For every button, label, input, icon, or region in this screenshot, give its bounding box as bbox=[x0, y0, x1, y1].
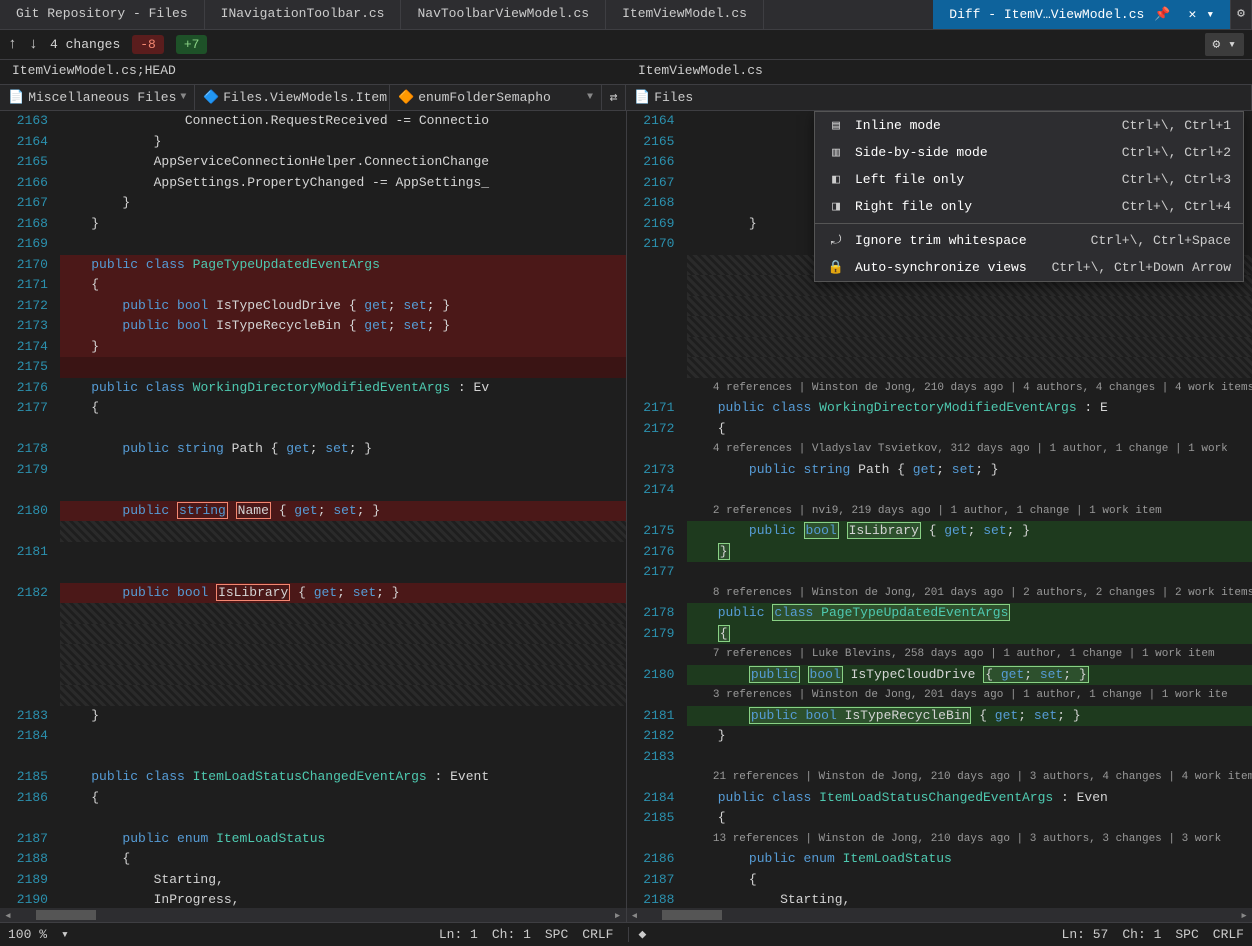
menu-auto-synchronize-views[interactable]: 🔒Auto-synchronize viewsCtrl+\, Ctrl+Down… bbox=[815, 254, 1243, 281]
left-gutter: 2163216421652166216721682169217021712172… bbox=[0, 111, 60, 908]
tab-diff-label: Diff - ItemV…ViewModel.cs bbox=[949, 7, 1144, 22]
right-spc: SPC bbox=[1175, 927, 1198, 942]
nav-dropdowns: 📄Miscellaneous Files▼ 🔷Files.ViewModels.… bbox=[0, 85, 1252, 111]
zoom-chev[interactable]: ▾ bbox=[61, 927, 69, 942]
right-ln: Ln: 57 bbox=[1062, 927, 1109, 942]
left-ln: Ln: 1 bbox=[439, 927, 478, 942]
left-spc: SPC bbox=[545, 927, 568, 942]
dd-split[interactable]: ⇄ bbox=[602, 85, 626, 110]
left-crlf: CRLF bbox=[582, 927, 613, 942]
tab-git-repo[interactable]: Git Repository - Files bbox=[0, 0, 205, 29]
dd-project[interactable]: 📄Miscellaneous Files▼ bbox=[0, 85, 195, 110]
left-file-label: ItemViewModel.cs;HEAD bbox=[0, 60, 626, 84]
pin-icon[interactable]: 📌 bbox=[1154, 7, 1170, 22]
tab-diff[interactable]: Diff - ItemV…ViewModel.cs 📌 ✕ ▾ bbox=[933, 0, 1231, 29]
menu-separator bbox=[815, 223, 1243, 224]
changes-count: 4 changes bbox=[50, 37, 120, 52]
right-crlf: CRLF bbox=[1213, 927, 1244, 942]
menu-left-file-only[interactable]: ◧Left file onlyCtrl+\, Ctrl+3 bbox=[815, 166, 1243, 193]
right-ch: Ch: 1 bbox=[1122, 927, 1161, 942]
menu-icon: ▤ bbox=[827, 118, 845, 133]
tab-navtoolbar[interactable]: NavToolbarViewModel.cs bbox=[401, 0, 606, 29]
tab-itemvm[interactable]: ItemViewModel.cs bbox=[606, 0, 764, 29]
right-pane[interactable]: 2164216521662167216821692170217121722173… bbox=[626, 111, 1252, 908]
dd-right-project[interactable]: 📄Files bbox=[626, 85, 1252, 110]
left-pane[interactable]: 2163216421652166216721682169217021712172… bbox=[0, 111, 626, 908]
dd-member[interactable]: 🔶enumFolderSemapho▼ bbox=[390, 85, 602, 110]
menu-side-by-side-mode[interactable]: ▥Side-by-side modeCtrl+\, Ctrl+2 bbox=[815, 139, 1243, 166]
menu-icon: ▥ bbox=[827, 145, 845, 160]
close-icon[interactable]: ✕ bbox=[1189, 7, 1197, 22]
dd-namespace[interactable]: 🔷Files.ViewModels.Item▼ bbox=[195, 85, 390, 110]
menu-icon: ◨ bbox=[827, 199, 845, 214]
gear-icon-top[interactable]: ⚙ bbox=[1231, 0, 1252, 29]
left-hscroll[interactable]: ◂▸ bbox=[0, 908, 626, 922]
zoom-level[interactable]: 100 % bbox=[8, 927, 47, 942]
right-hscroll[interactable]: ◂▸ bbox=[626, 908, 1252, 922]
menu-icon: ⤾ bbox=[827, 233, 845, 248]
prev-change-button[interactable]: ↑ bbox=[8, 36, 17, 53]
diff-toolbar: ↑ ↓ 4 changes -8 +7 ⚙ ▾ bbox=[0, 30, 1252, 60]
menu-ignore-trim-whitespace[interactable]: ⤾Ignore trim whitespaceCtrl+\, Ctrl+Spac… bbox=[815, 227, 1243, 254]
menu-inline-mode[interactable]: ▤Inline modeCtrl+\, Ctrl+1 bbox=[815, 112, 1243, 139]
left-ch: Ch: 1 bbox=[492, 927, 531, 942]
diff-mode-menu: ▤Inline modeCtrl+\, Ctrl+1▥Side-by-side … bbox=[814, 111, 1244, 282]
status-bar: 100 % ▾ Ln: 1 Ch: 1 SPC CRLF ◆ Ln: 57 Ch:… bbox=[0, 922, 1252, 946]
diff-body: 2163216421652166216721682169217021712172… bbox=[0, 111, 1252, 908]
vs-icon: ◆ bbox=[639, 927, 647, 942]
right-file-label: ItemViewModel.cs bbox=[626, 60, 1252, 84]
removed-badge: -8 bbox=[132, 35, 164, 54]
menu-icon: ◧ bbox=[827, 172, 845, 187]
tab-bar: Git Repository - Files INavigationToolba… bbox=[0, 0, 1252, 30]
next-change-button[interactable]: ↓ bbox=[29, 36, 38, 53]
added-badge: +7 bbox=[176, 35, 208, 54]
file-header-row: ItemViewModel.cs;HEAD ItemViewModel.cs bbox=[0, 60, 1252, 85]
menu-icon: 🔒 bbox=[827, 260, 845, 275]
right-gutter: 2164216521662167216821692170217121722173… bbox=[627, 111, 687, 908]
tab-inav[interactable]: INavigationToolbar.cs bbox=[205, 0, 402, 29]
left-code[interactable]: Connection.RequestReceived -= Connectio … bbox=[60, 111, 626, 908]
chevron-down-icon[interactable]: ▾ bbox=[1206, 7, 1214, 22]
diff-settings-button[interactable]: ⚙ ▾ bbox=[1205, 33, 1244, 56]
menu-right-file-only[interactable]: ◨Right file onlyCtrl+\, Ctrl+4 bbox=[815, 193, 1243, 220]
